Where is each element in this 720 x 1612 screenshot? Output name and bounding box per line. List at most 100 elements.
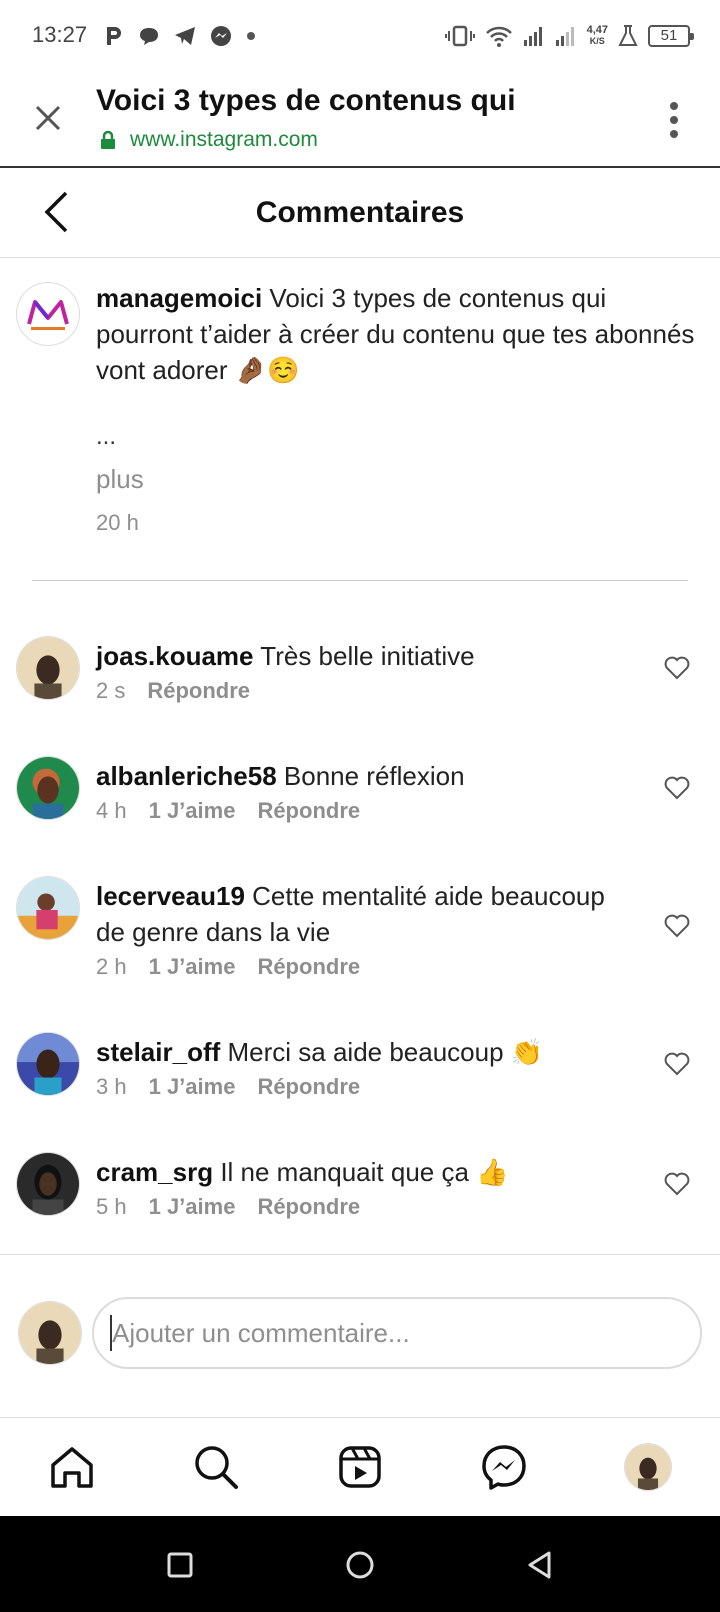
avatar[interactable] <box>16 636 80 700</box>
comment-meta: 2 h 1 J’aime Répondre <box>96 954 360 980</box>
likes-count[interactable]: 1 J’aime <box>149 1194 236 1220</box>
status-bar: 13:27 4,47 K/S 51 <box>0 0 720 72</box>
comment-text: cram_srg Il ne manquait que ça 👍 <box>96 1154 636 1190</box>
comment-username[interactable]: stelair_off <box>96 1037 220 1067</box>
page-title: Commentaires <box>255 196 465 229</box>
speed-value: 4,47 <box>586 24 608 36</box>
p-app-icon <box>107 27 121 45</box>
comment-username[interactable]: joas.kouame <box>96 641 254 671</box>
messenger-icon <box>482 1445 526 1490</box>
comment-time: 5 h <box>96 1194 127 1219</box>
system-status-icons: 4,47 K/S 51 <box>444 20 694 52</box>
comment-text: stelair_off Merci sa aide beaucoup 👏 <box>96 1034 636 1070</box>
heart-icon[interactable] <box>664 1172 690 1196</box>
recents-icon[interactable] <box>163 1548 197 1582</box>
url-text: www.instagram.com <box>130 128 318 151</box>
caption-ellipsis: ... <box>96 423 117 450</box>
messenger-notif-icon <box>211 26 231 46</box>
heart-icon[interactable] <box>664 1052 690 1076</box>
avatar-photo <box>17 637 79 699</box>
avatar-photo <box>17 1033 79 1095</box>
comment-text: lecerveau19 Cette mentalité aide beaucou… <box>96 878 636 950</box>
telegram-icon <box>175 27 195 45</box>
comment-body: Bonne réflexion <box>283 761 465 791</box>
comments-header: Commentaires <box>0 168 720 258</box>
likes-count[interactable]: 1 J’aime <box>149 798 236 824</box>
battery-indicator: 51 <box>648 25 694 47</box>
likes-count[interactable]: 1 J’aime <box>149 954 236 980</box>
comment-body: Il ne manquait que ça 👍 <box>220 1157 509 1187</box>
comment-text: joas.kouame Très belle initiative <box>96 638 636 674</box>
status-time: 13:27 <box>32 22 88 47</box>
speed-unit: K/S <box>589 36 605 46</box>
nav-messenger[interactable] <box>480 1443 528 1491</box>
comment-time: 4 h <box>96 798 127 823</box>
browser-url: www.instagram.com <box>100 128 318 152</box>
comment-username[interactable]: albanleriche58 <box>96 761 277 791</box>
comment-text: albanleriche58 Bonne réflexion <box>96 758 636 794</box>
avatar-photo <box>17 757 79 819</box>
managemoici-logo <box>27 300 69 330</box>
avatar-photo <box>625 1444 671 1490</box>
browser-toolbar: Voici 3 types de contenus qui www.instag… <box>0 72 720 168</box>
divider <box>32 580 688 581</box>
reply-button[interactable]: Répondre <box>257 1074 360 1100</box>
avatar-photo <box>19 1302 81 1364</box>
avatar[interactable] <box>16 1032 80 1096</box>
comment-meta: 2 s Répondre <box>96 678 250 704</box>
avatar[interactable] <box>16 282 80 346</box>
heart-icon[interactable] <box>664 776 690 800</box>
heart-icon[interactable] <box>664 914 690 938</box>
system-navigation-bar <box>0 1516 720 1612</box>
avatar-photo <box>17 877 79 939</box>
comment-meta: 3 h 1 J’aime Répondre <box>96 1074 360 1100</box>
reply-button[interactable]: Répondre <box>257 954 360 980</box>
comment-input-bar: Ajouter un commentaire... <box>0 1254 720 1418</box>
browser-page-title: Voici 3 types de contenus qui <box>96 84 516 117</box>
avatar[interactable] <box>16 876 80 940</box>
avatar-photo <box>17 1153 79 1215</box>
network-speed: 4,47 K/S <box>587 25 608 47</box>
comment-username[interactable]: lecerveau19 <box>96 881 245 911</box>
nav-search[interactable] <box>192 1443 240 1491</box>
comment-meta: 4 h 1 J’aime Répondre <box>96 798 360 824</box>
nav-reels[interactable] <box>336 1443 384 1491</box>
likes-count[interactable]: 1 J’aime <box>149 1074 236 1100</box>
nav-profile[interactable] <box>624 1443 672 1491</box>
more-options-icon[interactable] <box>668 100 680 140</box>
lock-icon <box>101 130 115 149</box>
caption-username[interactable]: managemoici <box>96 283 262 313</box>
chat-bubble-icon <box>140 28 158 45</box>
signal-2-icon <box>555 27 574 46</box>
vibrate-icon <box>444 25 475 47</box>
caption-text: managemoici Voici 3 types de contenus qu… <box>96 280 696 388</box>
reply-button[interactable]: Répondre <box>147 678 250 704</box>
close-icon[interactable] <box>32 102 64 134</box>
reels-icon <box>339 1446 381 1488</box>
comment-body: Très belle initiative <box>260 641 475 671</box>
comment-input[interactable]: Ajouter un commentaire... <box>92 1297 702 1369</box>
reply-button[interactable]: Répondre <box>257 1194 360 1220</box>
nav-home[interactable] <box>48 1443 96 1491</box>
avatar[interactable] <box>16 756 80 820</box>
home-icon <box>51 1447 93 1488</box>
back-triangle-icon[interactable] <box>523 1548 557 1582</box>
flask-icon <box>618 25 638 46</box>
post-caption: managemoici Voici 3 types de contenus qu… <box>0 258 720 581</box>
home-circle-icon[interactable] <box>343 1548 377 1582</box>
bottom-nav <box>0 1418 720 1516</box>
avatar[interactable] <box>16 1152 80 1216</box>
avatar <box>18 1301 82 1365</box>
notification-icons <box>104 22 256 50</box>
comment-username[interactable]: cram_srg <box>96 1157 213 1187</box>
profile-avatar <box>624 1443 672 1491</box>
search-icon <box>195 1446 238 1489</box>
caption-time: 20 h <box>96 510 139 535</box>
comment-body: Merci sa aide beaucoup 👏 <box>227 1037 544 1067</box>
wifi-icon <box>485 26 512 47</box>
more-link[interactable]: plus <box>96 464 144 495</box>
heart-icon[interactable] <box>664 656 690 680</box>
reply-button[interactable]: Répondre <box>257 798 360 824</box>
comment-time: 3 h <box>96 1074 127 1099</box>
comment-time: 2 s <box>96 678 126 703</box>
